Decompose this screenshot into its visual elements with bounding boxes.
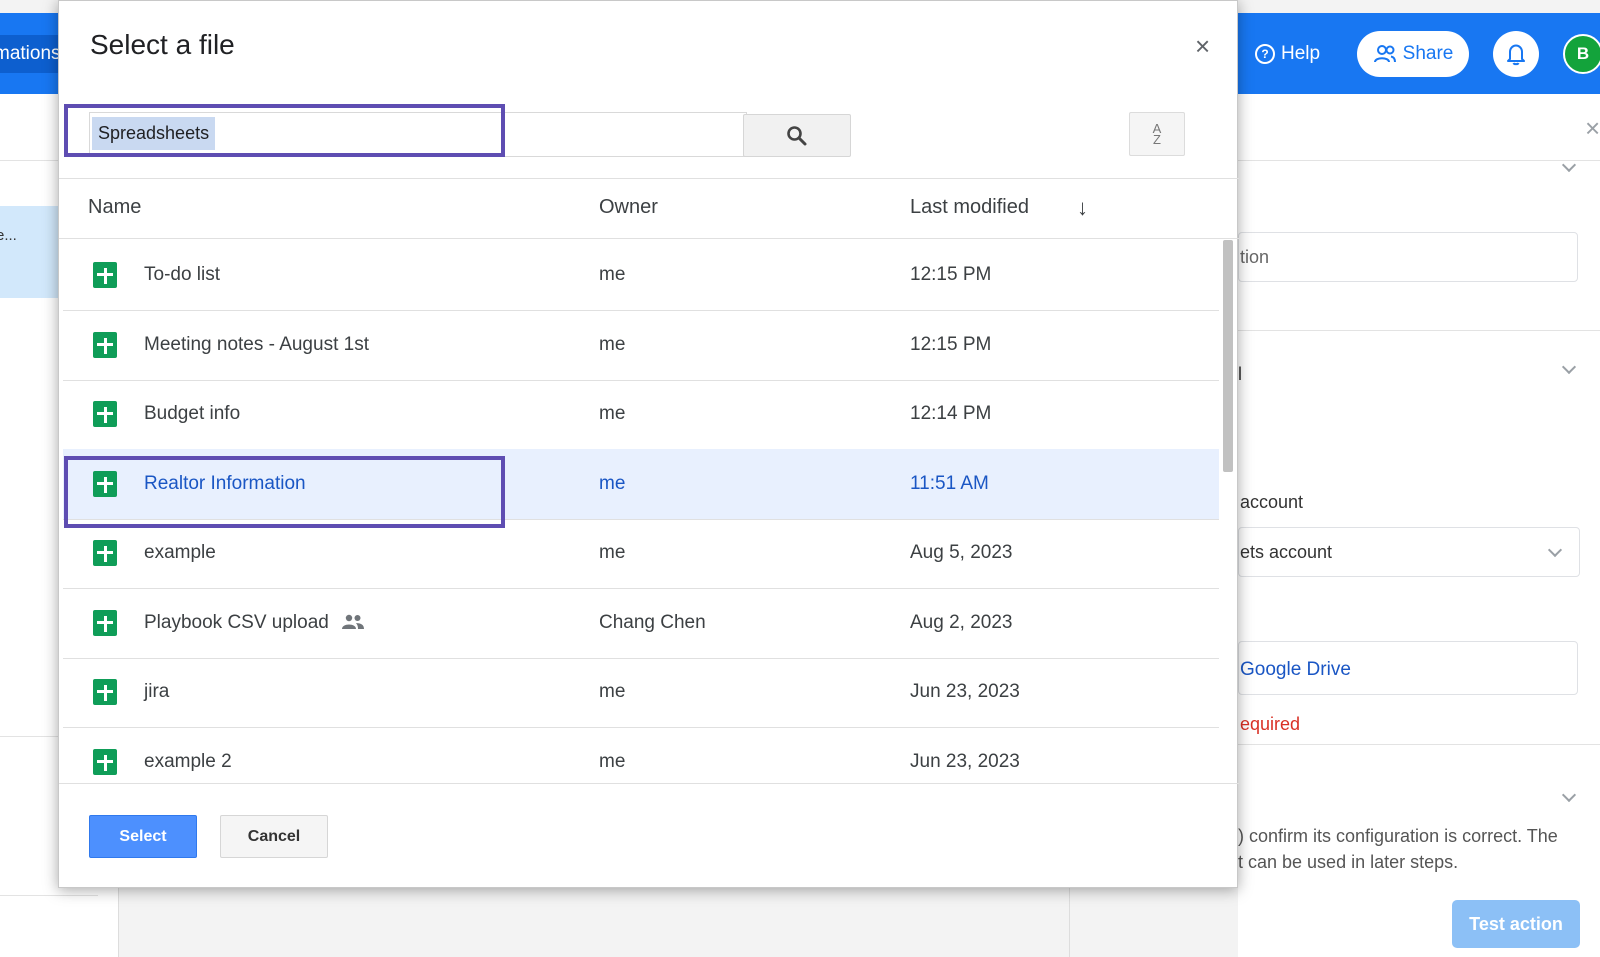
app-tab-automations[interactable]: mations xyxy=(0,35,62,73)
file-name-text: To-do list xyxy=(144,264,221,285)
file-name: jira xyxy=(144,681,169,703)
column-last-modified[interactable]: Last modified xyxy=(910,196,1029,219)
file-last-modified: Jun 23, 2023 xyxy=(910,750,1020,772)
panel-field[interactable] xyxy=(1238,232,1578,282)
close-panel-icon[interactable]: × xyxy=(1585,113,1600,144)
file-row[interactable]: example me Aug 5, 2023 xyxy=(63,518,1219,589)
shared-people-icon xyxy=(341,615,364,630)
help-button[interactable]: ? Help xyxy=(1255,34,1320,74)
help-label: Help xyxy=(1281,43,1321,64)
file-list-header: Name Owner Last modified ↓ xyxy=(59,178,1239,239)
help-icon: ? xyxy=(1255,44,1275,64)
scrollbar-thumb[interactable] xyxy=(1223,240,1233,472)
test-action-button[interactable]: Test action xyxy=(1452,900,1580,948)
spreadsheet-icon xyxy=(93,609,117,636)
file-name: To-do list xyxy=(144,264,220,286)
file-last-modified: 12:15 PM xyxy=(910,264,992,285)
file-owner: me xyxy=(599,750,626,772)
required-error: equired xyxy=(1240,714,1301,734)
column-owner[interactable]: Owner xyxy=(599,196,658,219)
arrow-down-icon[interactable]: ↓ xyxy=(1077,195,1088,221)
select-button[interactable]: Select xyxy=(89,815,197,858)
dialog-title: Select a file xyxy=(90,29,235,60)
file-owner: Chang Chen xyxy=(599,611,706,633)
description-line: t can be used in later steps. xyxy=(1238,852,1459,872)
file-name: example 2 xyxy=(144,751,232,773)
divider xyxy=(0,895,98,896)
file-name-text: example xyxy=(144,542,216,563)
file-last-modified: Jun 23, 2023 xyxy=(910,681,1020,702)
file-row[interactable]: Realtor Information me 11:51 AM xyxy=(63,448,1219,520)
file-name-text: Meeting notes - August 1st xyxy=(144,333,369,355)
file-name-text: Playbook CSV upload xyxy=(144,611,329,633)
file-name-text: Budget info xyxy=(144,403,241,424)
file-owner: me xyxy=(599,403,626,424)
divider xyxy=(1238,330,1600,331)
file-name-text: example 2 xyxy=(144,750,232,772)
file-name-text: Realtor Information xyxy=(144,472,306,494)
description-line: ) confirm its configuration is correct. … xyxy=(1238,826,1558,846)
spreadsheet-icon xyxy=(93,331,117,358)
file-last-modified: 12:15 PM xyxy=(910,333,992,355)
column-name[interactable]: Name xyxy=(88,196,141,219)
file-last-modified: Aug 5, 2023 xyxy=(910,542,1013,563)
file-row[interactable]: example 2 me Jun 23, 2023 xyxy=(63,727,1219,784)
file-owner: me xyxy=(599,264,626,285)
spreadsheet-icon xyxy=(93,679,117,705)
file-name: Meeting notes - August 1st xyxy=(144,334,369,356)
people-icon xyxy=(1373,45,1396,63)
file-last-modified: Aug 2, 2023 xyxy=(910,611,1013,633)
search-input[interactable] xyxy=(89,112,747,157)
file-last-modified: 11:51 AM xyxy=(910,472,989,494)
file-row[interactable]: Meeting notes - August 1st me 12:15 PM xyxy=(63,310,1219,381)
file-name: Realtor Information xyxy=(144,473,306,495)
file-row[interactable]: Playbook CSV upload Chang Chen Aug 2, 2023 xyxy=(63,588,1219,659)
file-name: Playbook CSV upload xyxy=(144,612,365,634)
file-owner: me xyxy=(599,472,626,494)
file-name: example xyxy=(144,542,216,564)
file-owner: me xyxy=(599,333,626,355)
sort-az-icon: A Z xyxy=(1152,121,1162,147)
account-select-value: ets account xyxy=(1240,542,1333,562)
search-icon xyxy=(787,125,807,145)
spreadsheet-icon xyxy=(93,262,117,288)
notifications-button[interactable] xyxy=(1493,31,1539,77)
file-name-text: jira xyxy=(144,681,170,702)
cancel-button[interactable]: Cancel xyxy=(220,815,328,858)
file-row[interactable]: jira me Jun 23, 2023 xyxy=(63,657,1219,728)
file-owner: me xyxy=(599,542,626,563)
spreadsheet-icon xyxy=(93,470,117,497)
divider xyxy=(0,160,60,161)
file-name: Budget info xyxy=(144,403,240,425)
panel-field-text: tion xyxy=(1240,247,1270,267)
spreadsheet-icon xyxy=(93,540,117,566)
divider xyxy=(1238,744,1600,745)
dialog-footer: Select Cancel xyxy=(59,783,1239,889)
bell-icon xyxy=(1507,44,1525,66)
sort-az-button[interactable]: A Z xyxy=(1129,112,1185,156)
spreadsheet-icon xyxy=(93,748,117,775)
left-panel-selected-item[interactable]: e... xyxy=(0,206,62,298)
file-list: To-do list me 12:15 PM Meeting notes - Augu… xyxy=(59,240,1219,783)
share-button[interactable]: Share xyxy=(1357,31,1469,77)
google-drive-label[interactable]: Google Drive xyxy=(1240,659,1351,681)
scrollbar[interactable] xyxy=(1221,240,1235,783)
divider xyxy=(1238,160,1600,161)
close-icon[interactable]: × xyxy=(1195,31,1210,61)
account-label: account xyxy=(1240,492,1304,512)
file-picker-dialog: Select a file × Spreadsheets A Z Name Ow… xyxy=(58,0,1239,889)
divider xyxy=(0,736,60,737)
search-button[interactable] xyxy=(743,114,851,157)
file-owner: me xyxy=(599,681,626,702)
file-row[interactable]: To-do list me 12:15 PM xyxy=(63,240,1219,311)
panel-section-label: l xyxy=(1238,364,1242,384)
file-last-modified: 12:14 PM xyxy=(910,403,992,424)
spreadsheet-icon xyxy=(93,401,117,427)
share-label: Share xyxy=(1402,43,1454,64)
file-row[interactable]: Budget info me 12:14 PM xyxy=(63,379,1219,450)
user-avatar[interactable]: B xyxy=(1563,34,1600,74)
